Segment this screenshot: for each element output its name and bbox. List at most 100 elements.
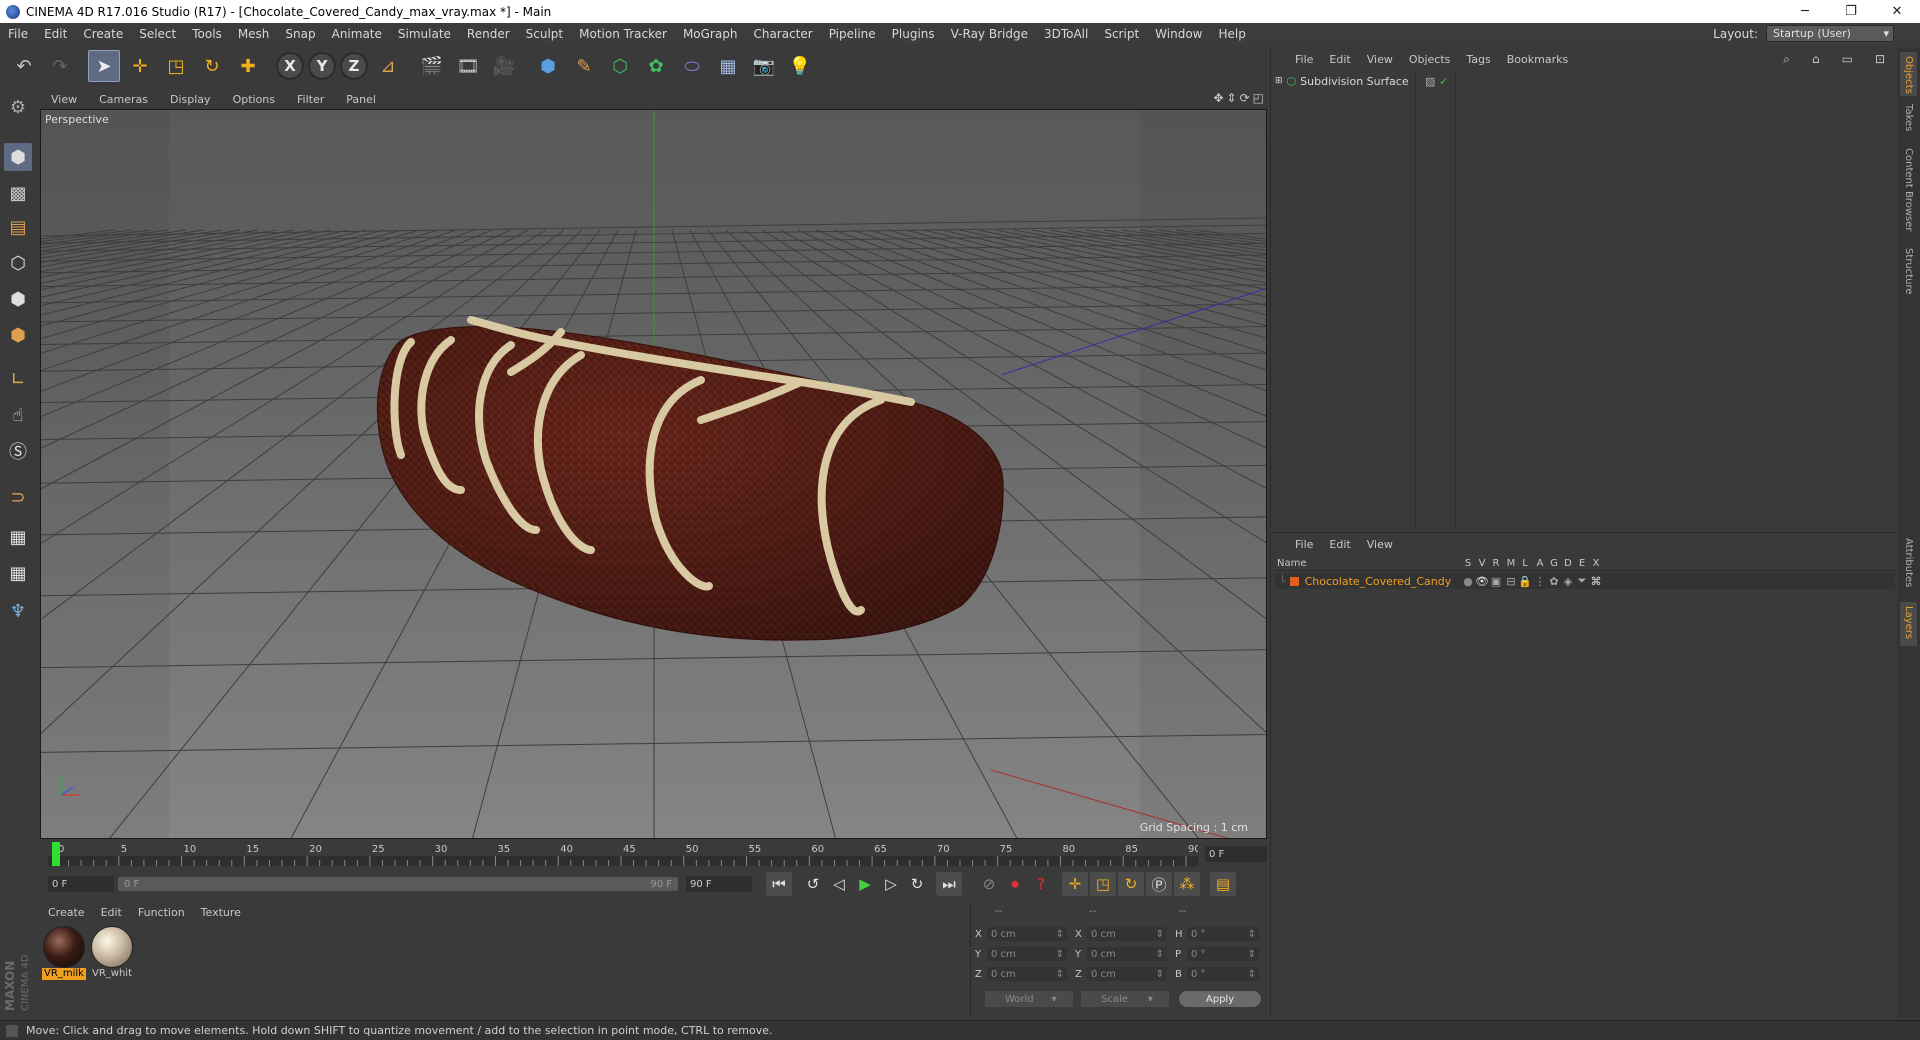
orbit-icon[interactable]: ⟳ <box>1240 91 1250 105</box>
material-menu-create[interactable]: Create <box>40 906 93 919</box>
material-menu-texture[interactable]: Texture <box>193 906 249 919</box>
render-picture-viewer-icon[interactable]: 🎞 <box>452 50 484 82</box>
minimize-button[interactable]: ─ <box>1782 0 1828 23</box>
edit-toggle-icon[interactable]: ▨ <box>1425 75 1435 88</box>
coord-rot-p-field[interactable]: 0 ° ⇕ <box>1187 947 1259 961</box>
tab-objects[interactable]: Objects <box>1900 52 1917 96</box>
planar-workplane-icon[interactable]: ▦ <box>4 559 32 587</box>
redo-icon[interactable]: ↷ <box>44 50 76 82</box>
coord-pos-x-field[interactable]: 0 cm ⇕ <box>987 927 1067 941</box>
key-parameter-icon[interactable]: Ⓟ <box>1146 872 1172 896</box>
play-icon[interactable]: ▶ <box>852 872 878 896</box>
coord-space-dropdown[interactable]: World ▾ <box>985 991 1073 1007</box>
tab-layers[interactable]: Layers <box>1900 602 1917 646</box>
viewport-menu-filter[interactable]: Filter <box>286 93 335 106</box>
menu-create[interactable]: Create <box>75 27 131 41</box>
key-scale-icon[interactable]: ◳ <box>1090 872 1116 896</box>
material-swatch[interactable]: VR_whit <box>90 926 134 984</box>
viewport-menu-view[interactable]: View <box>40 93 88 106</box>
render-view-icon[interactable]: 🎬 <box>416 50 448 82</box>
autokey-icon[interactable]: ? <box>1028 872 1054 896</box>
python-icon[interactable]: ♆ <box>4 597 32 625</box>
lock-panel-icon[interactable]: ⊡ <box>1867 52 1893 67</box>
coord-pos-z-field[interactable]: 0 cm ⇕ <box>987 967 1067 981</box>
menu-snap[interactable]: Snap <box>277 27 323 41</box>
key-pla-icon[interactable]: ⁂ <box>1174 872 1200 896</box>
search-icon[interactable]: ⌕ <box>1775 52 1798 67</box>
make-editable-icon[interactable]: ⚙ <box>4 93 32 121</box>
current-frame-field[interactable]: 0 F <box>1205 846 1267 862</box>
end-frame-field[interactable]: 90 F <box>686 876 752 892</box>
material-swatch[interactable]: VR_milk <box>42 926 86 984</box>
coordinate-system-icon[interactable]: ⊿ <box>372 50 404 82</box>
viewport-menu-display[interactable]: Display <box>159 93 222 106</box>
axis-mode-icon[interactable]: ∟ <box>4 365 32 393</box>
coord-size-y-field[interactable]: 0 cm ⇕ <box>1087 947 1167 961</box>
menu-character[interactable]: Character <box>745 27 820 41</box>
preview-range-slider[interactable]: 0 F 90 F <box>118 877 678 891</box>
viewport-menu-options[interactable]: Options <box>222 93 286 106</box>
workplane-mode-icon[interactable]: ▤ <box>4 213 32 241</box>
objects-menu-file[interactable]: File <box>1287 53 1321 66</box>
layout-dropdown[interactable]: Startup (User) ▾ <box>1766 25 1894 42</box>
coord-rot-h-field[interactable]: 0 ° ⇕ <box>1187 927 1259 941</box>
menu-sculpt[interactable]: Sculpt <box>518 27 571 41</box>
maximize-view-icon[interactable]: ◰ <box>1253 91 1264 105</box>
menu-motion-tracker[interactable]: Motion Tracker <box>571 27 675 41</box>
points-mode-icon[interactable]: ⬡ <box>4 249 32 277</box>
select-arrow-icon[interactable]: ➤ <box>88 50 120 82</box>
restore-button[interactable]: ❐ <box>1828 0 1874 23</box>
material-menu-function[interactable]: Function <box>130 906 193 919</box>
animation-toggle-icon[interactable]: ⋮ <box>1533 575 1547 588</box>
edges-mode-icon[interactable]: ⬢ <box>4 285 32 313</box>
goto-previous-key-icon[interactable]: ↺ <box>800 872 826 896</box>
lock-toggle-icon[interactable]: 🔒 <box>1518 575 1532 588</box>
camera-icon[interactable]: 📷 <box>748 50 780 82</box>
layers-menu-file[interactable]: File <box>1287 538 1321 551</box>
coord-pos-y-field[interactable]: 0 cm ⇕ <box>987 947 1067 961</box>
menu-select[interactable]: Select <box>131 27 184 41</box>
deformer-toggle-icon[interactable]: ◈ <box>1561 575 1575 588</box>
menu-plugins[interactable]: Plugins <box>884 27 943 41</box>
objects-menu-view[interactable]: View <box>1359 53 1401 66</box>
menu-mograph[interactable]: MoGraph <box>675 27 746 41</box>
menu-edit[interactable]: Edit <box>36 27 75 41</box>
key-position-icon[interactable]: ✛ <box>1062 872 1088 896</box>
axis-y-icon[interactable]: Y <box>308 52 336 80</box>
scale-icon[interactable]: ◳ <box>160 50 192 82</box>
viewport-camera-label[interactable]: Perspective <box>45 113 109 126</box>
close-button[interactable]: ✕ <box>1874 0 1920 23</box>
menu-window[interactable]: Window <box>1147 27 1210 41</box>
timeline-window-icon[interactable]: ▤ <box>1210 872 1236 896</box>
tab-takes[interactable]: Takes <box>1900 100 1917 140</box>
layer-color-swatch[interactable] <box>1289 576 1299 586</box>
solo-toggle-icon[interactable]: ● <box>1461 575 1475 588</box>
menu-animate[interactable]: Animate <box>324 27 390 41</box>
coord-size-x-field[interactable]: 0 cm ⇕ <box>1087 927 1167 941</box>
layers-menu-edit[interactable]: Edit <box>1321 538 1358 551</box>
tab-attributes[interactable]: Attributes <box>1900 534 1917 598</box>
start-frame-field[interactable]: 0 F <box>48 876 114 892</box>
menu-render[interactable]: Render <box>459 27 518 41</box>
coord-rot-b-field[interactable]: 0 ° ⇕ <box>1187 967 1259 981</box>
coord-mode-dropdown[interactable]: Scale ▾ <box>1081 991 1169 1007</box>
menu-script[interactable]: Script <box>1096 27 1147 41</box>
generator-toggle-icon[interactable]: ✿ <box>1547 575 1561 588</box>
pen-spline-icon[interactable]: ✎ <box>568 50 600 82</box>
floor-icon[interactable]: ▦ <box>712 50 744 82</box>
axis-x-icon[interactable]: X <box>276 52 304 80</box>
subdivision-icon[interactable]: ⬡ <box>604 50 636 82</box>
snap-icon[interactable]: Ⓢ <box>4 437 32 465</box>
viewport-menu-cameras[interactable]: Cameras <box>88 93 159 106</box>
step-back-icon[interactable]: ◁ <box>826 872 852 896</box>
menu-file[interactable]: File <box>0 27 36 41</box>
undo-icon[interactable]: ↶ <box>8 50 40 82</box>
objects-menu-edit[interactable]: Edit <box>1321 53 1358 66</box>
menu-simulate[interactable]: Simulate <box>390 27 459 41</box>
visible-toggle-icon[interactable]: 👁 <box>1475 575 1489 588</box>
menu-help[interactable]: Help <box>1210 27 1253 41</box>
menu-mesh[interactable]: Mesh <box>230 27 278 41</box>
layer-row[interactable]: └ Chocolate_Covered_Candy ● 👁 ▣ ⊟ 🔒 ⋮ ✿ … <box>1275 573 1895 589</box>
motion-record-icon[interactable]: ⊘ <box>976 872 1002 896</box>
render-settings-icon[interactable]: 🎥 <box>488 50 520 82</box>
